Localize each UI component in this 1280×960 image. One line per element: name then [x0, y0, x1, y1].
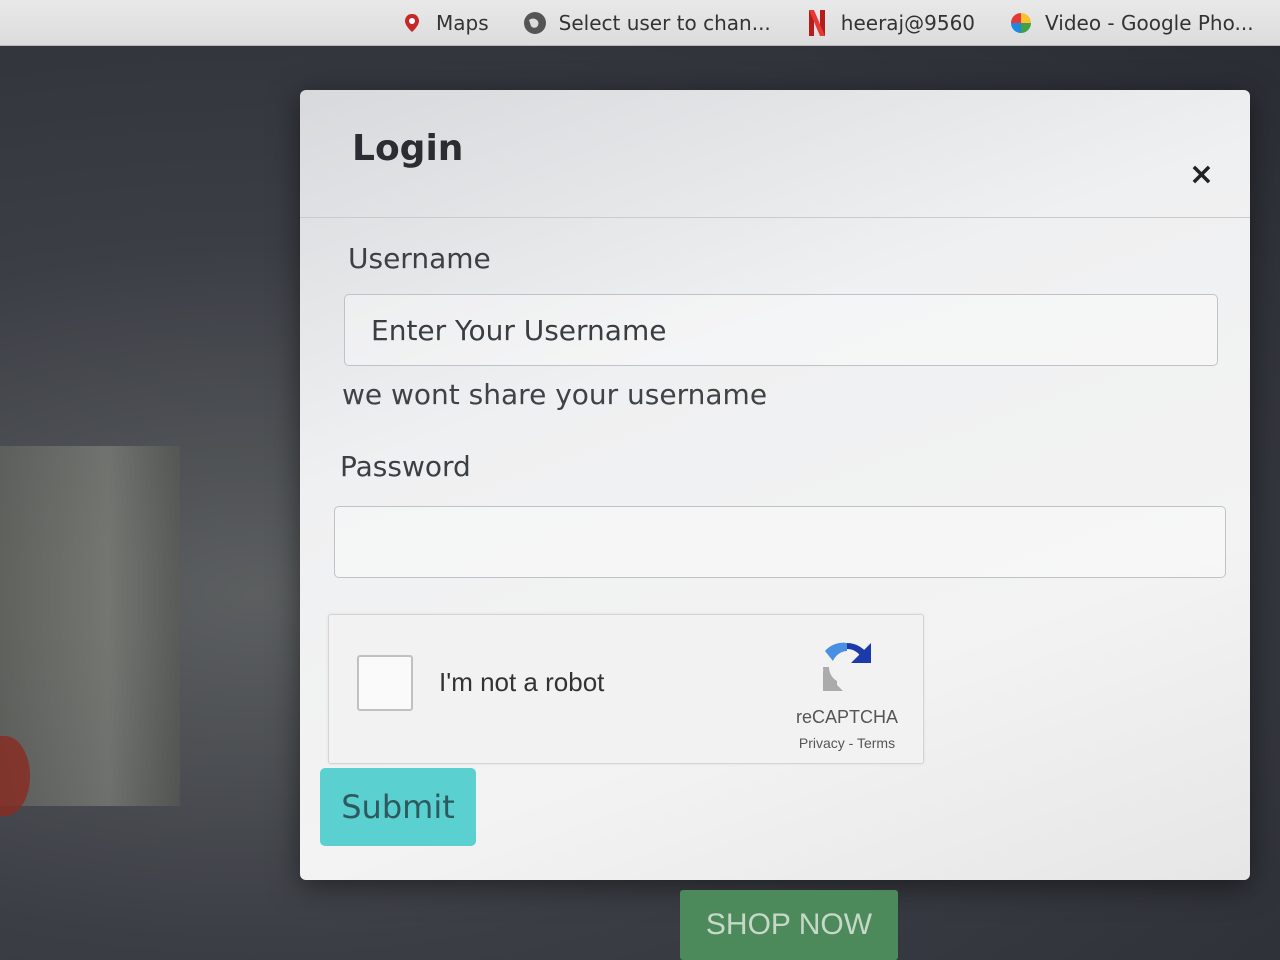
google-photos-icon: [1009, 11, 1033, 35]
netflix-icon: [805, 9, 829, 36]
username-help-text: we wont share your username: [342, 378, 768, 411]
username-label: Username: [348, 242, 491, 275]
recaptcha-checkbox[interactable]: [357, 655, 413, 711]
bookmark-select-user[interactable]: Select user to chan...: [523, 11, 771, 35]
bookmark-label: Maps: [436, 10, 489, 35]
bookmark-label: Video - Google Pho...: [1045, 10, 1254, 35]
bookmark-netflix[interactable]: heeraj@9560: [805, 9, 976, 36]
globe-icon: [523, 11, 547, 35]
recaptcha-label: I'm not a robot: [439, 667, 605, 697]
username-placeholder: Enter Your Username: [371, 313, 667, 347]
recaptcha-widget: I'm not a robot reCAPTCHA Privacy - Term…: [328, 614, 924, 764]
password-input[interactable]: [334, 506, 1226, 578]
bookmark-label: Select user to chan...: [558, 10, 771, 35]
bookmarks-bar: Maps Select user to chan... heeraj@9560 …: [0, 0, 1280, 46]
password-label: Password: [340, 450, 471, 483]
close-button[interactable]: ×: [1189, 160, 1214, 190]
login-modal: Login × Username Enter Your Username we …: [300, 90, 1250, 880]
bookmark-label: heeraj@9560: [840, 10, 976, 35]
shop-now-button[interactable]: SHOP NOW: [680, 890, 898, 960]
recaptcha-icon: [822, 642, 871, 691]
background-product-image: [0, 446, 180, 806]
modal-header: Login ×: [300, 90, 1250, 218]
submit-button[interactable]: Submit: [320, 768, 476, 846]
recaptcha-privacy-terms-link[interactable]: Privacy - Terms: [779, 735, 915, 751]
bookmark-maps[interactable]: Maps: [400, 11, 489, 35]
username-input[interactable]: Enter Your Username: [344, 294, 1218, 366]
modal-title: Login: [352, 128, 464, 169]
maps-icon: [400, 11, 424, 35]
recaptcha-brand: reCAPTCHA: [795, 707, 898, 727]
bookmark-google-photos[interactable]: Video - Google Pho...: [1009, 11, 1254, 35]
